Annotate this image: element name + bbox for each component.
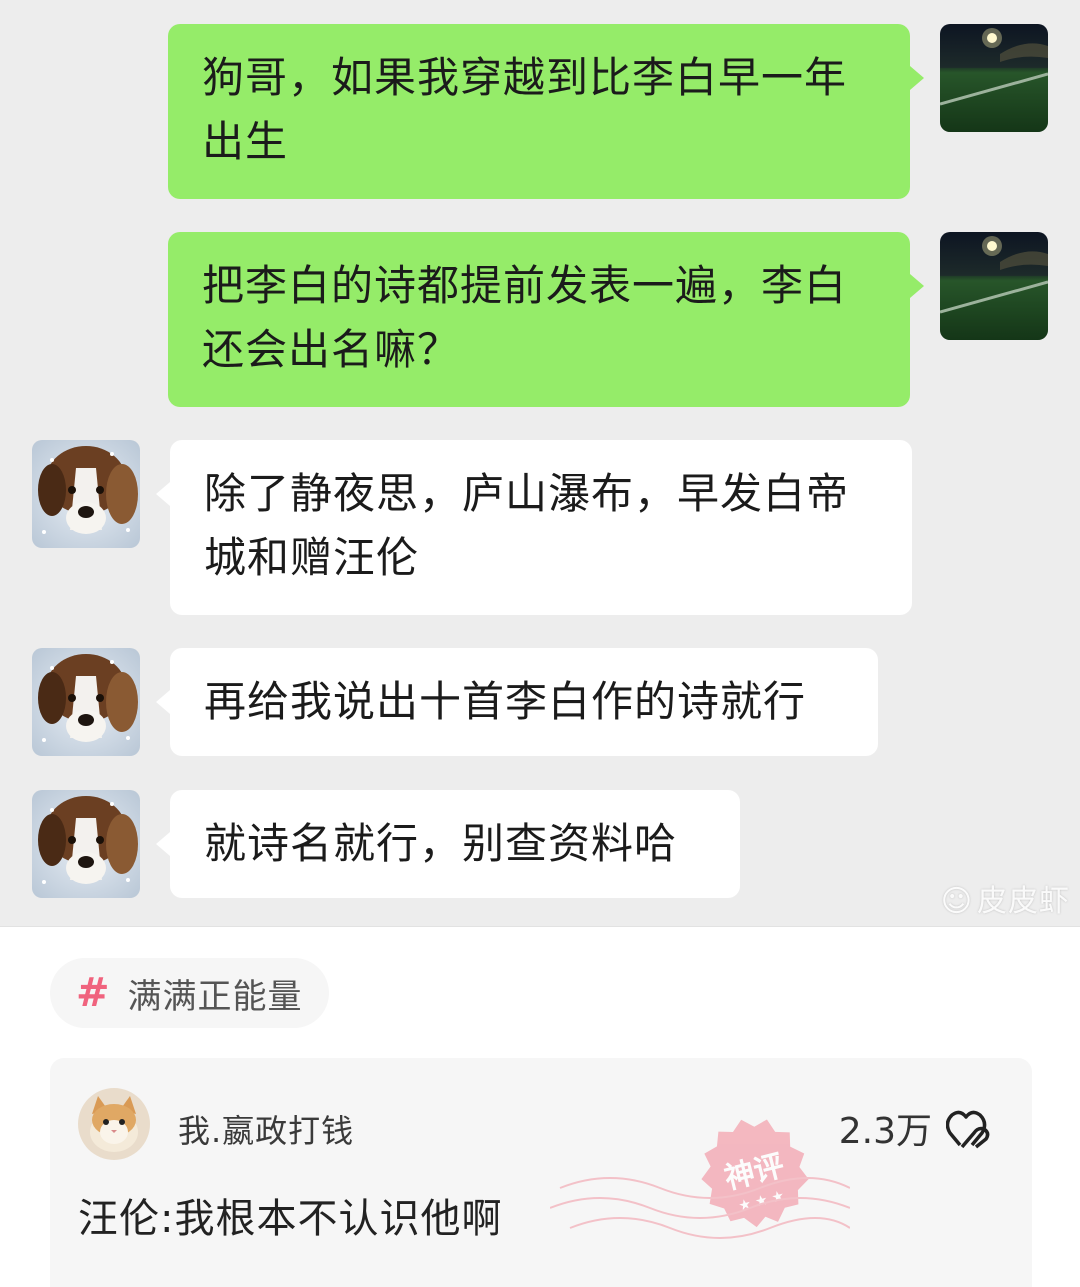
message-line: 除了静夜思，庐山瀑布，早发白帝 [204,469,850,518]
my-message-bubble: 狗哥，如果我穿越到比李白早一年 出生 [168,24,910,199]
message-line: 把李白的诗都提前发表一遍，李白 [202,261,848,310]
featured-comment[interactable]: 我.嬴政打钱 神评 ★ ★ ★ 2.3万 汪伦:我根本不认识他啊 [50,1058,1032,1287]
watermark: ☺ 皮皮虾 [941,876,1070,920]
commenter-avatar[interactable] [78,1088,150,1160]
chat-screenshot: 狗哥，如果我穿越到比李白早一年 出生 把李白的诗都提前发表一遍，李白 还会出名嘛… [0,0,1080,927]
like-button[interactable]: 2.3万 [839,1102,992,1154]
bubble-tail [156,690,170,714]
like-count: 2.3万 [838,1111,932,1152]
message-line: 就诗名就行，别查资料哈 [204,819,678,868]
commenter-username[interactable]: 我.嬴政打钱 [178,1106,354,1152]
bubble-tail [910,274,924,298]
double-heart-icon [946,1110,990,1149]
my-message-bubble: 把李白的诗都提前发表一遍，李白 还会出名嘛？ [168,232,910,407]
my-avatar[interactable] [940,232,1048,340]
comment-text: 汪伦:我根本不认识他啊 [78,1196,503,1242]
stamp-wave-lines [550,1177,850,1239]
message-line: 出生 [202,117,289,166]
topic-tag-label: 满满正能量 [127,976,303,1017]
bubble-tail [910,66,924,90]
message-line: 城和赠汪伦 [204,533,420,582]
bubble-tail [156,482,170,506]
shrimp-logo-icon: ☺ [940,884,973,919]
friend-avatar[interactable] [32,790,140,898]
message-line: 再给我说出十首李白作的诗就行 [204,677,807,726]
bubble-tail [156,832,170,856]
hash-icon: # [76,970,110,1016]
my-avatar[interactable] [940,24,1048,132]
message-line: 还会出名嘛？ [202,325,461,374]
message-line: 狗哥，如果我穿越到比李白早一年 [202,53,848,102]
friend-avatar[interactable] [32,648,140,756]
friend-message-bubble: 再给我说出十首李白作的诗就行 [170,648,878,756]
friend-message-bubble: 就诗名就行，别查资料哈 [170,790,740,898]
watermark-text: 皮皮虾 [977,884,1070,919]
friend-message-bubble: 除了静夜思，庐山瀑布，早发白帝 城和赠汪伦 [170,440,912,615]
friend-avatar[interactable] [32,440,140,548]
topic-tag[interactable]: # 满满正能量 [50,958,329,1028]
